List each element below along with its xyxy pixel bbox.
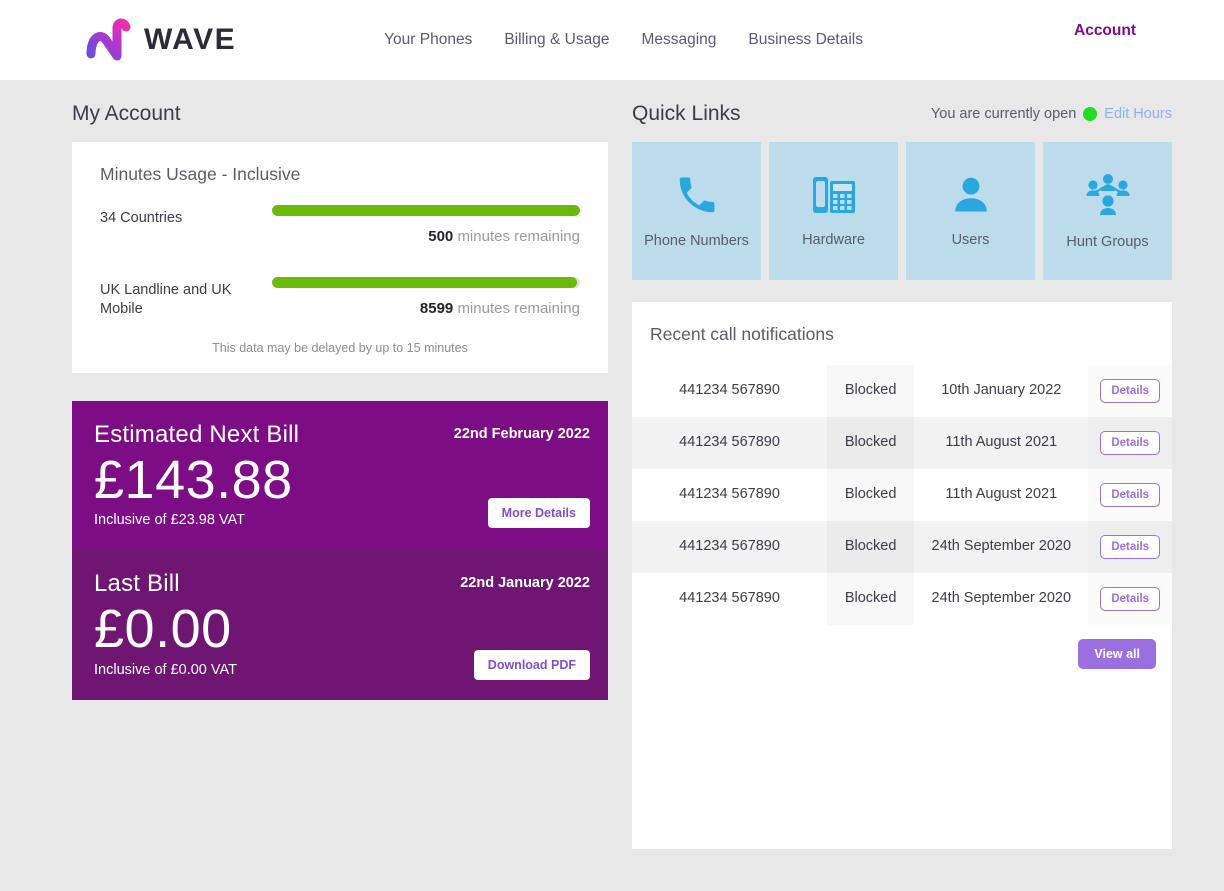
page-body: My Account Minutes Usage - Inclusive 34 …: [0, 80, 1224, 891]
usage-row-uk: UK Landline and UK Mobile 8599 minutes r…: [100, 277, 580, 319]
usage-value-uk: 8599: [419, 300, 454, 317]
main-nav: Your Phones Billing & Usage Messaging Bu…: [384, 31, 863, 49]
tile-hunt-groups[interactable]: Hunt Groups: [1043, 142, 1172, 280]
cell-date: 24th September 2020: [931, 538, 1072, 555]
nav-item-messaging[interactable]: Messaging: [641, 31, 716, 49]
usage-label-uk: UK Landline and UK Mobile: [100, 282, 232, 317]
cell-action: Details: [1088, 573, 1172, 625]
usage-unit-countries: minutes remaining: [457, 228, 580, 245]
group-icon: [1082, 171, 1134, 219]
minutes-usage-title: Minutes Usage - Inclusive: [100, 164, 301, 184]
cell-action: Details: [1088, 469, 1172, 521]
tile-label-phone-numbers: Phone Numbers: [644, 232, 749, 249]
cell-date: 10th January 2022: [941, 382, 1062, 399]
cell-number: 441234 567890: [679, 434, 780, 451]
cell-type: Blocked: [827, 417, 914, 469]
top-navigation-bar: WAVE Your Phones Billing & Usage Messagi…: [0, 0, 1224, 80]
notifications-title: Recent call notifications: [650, 324, 834, 344]
edit-hours-link[interactable]: Edit Hours: [1104, 106, 1172, 122]
view-all-button[interactable]: View all: [1078, 639, 1156, 669]
download-pdf-button[interactable]: Download PDF: [473, 650, 590, 681]
usage-row-countries: 34 Countries 500 minutes remaining: [100, 205, 580, 245]
quick-links-heading: Quick Links: [632, 102, 741, 125]
brand-logo[interactable]: WAVE: [86, 18, 236, 62]
usage-label-countries: 34 Countries: [100, 210, 183, 226]
cell-number: 441234 567890: [679, 590, 780, 607]
details-button[interactable]: Details: [1100, 535, 1161, 559]
recent-call-notifications-card: Recent call notifications 441234 567890 B…: [632, 302, 1172, 849]
nav-item-your-phones[interactable]: Your Phones: [384, 31, 472, 49]
bills-block: Estimated Next Bill 22nd February 2022 £…: [72, 400, 608, 701]
table-row: 441234 567890 Blocked 10th January 2022 Det…: [632, 365, 1172, 417]
cell-date: 11th August 2021: [945, 434, 1058, 451]
table-row: 441234 567890 Blocked 24th September 2020 D…: [632, 573, 1172, 625]
last-bill-date: 22nd January 2022: [460, 575, 590, 592]
desk-phone-icon: [810, 173, 858, 217]
cell-action: Details: [1088, 521, 1172, 573]
usage-delay-note: This data may be delayed by up to 15 min…: [212, 340, 468, 355]
table-row: 441234 567890 Blocked 24th September 2020 D…: [632, 521, 1172, 573]
status-dot-icon: [1083, 107, 1098, 121]
usage-remaining-countries: 500 minutes remaining: [272, 228, 580, 245]
table-row: 441234 567890 Blocked 11th August 2021 Deta…: [632, 417, 1172, 469]
cell-number: 441234 567890: [679, 486, 780, 503]
notifications-table: 441234 567890 Blocked 10th January 2022 Det…: [632, 365, 1172, 625]
tile-label-users: Users: [951, 231, 990, 248]
cell-number: 441234 567890: [679, 538, 780, 555]
cell-date: 24th September 2020: [931, 590, 1072, 607]
usage-bar-fill-countries: [272, 205, 580, 216]
usage-spacer: [100, 251, 580, 277]
table-row: 441234 567890 Blocked 11th August 2021 Deta…: [632, 469, 1172, 521]
details-button[interactable]: Details: [1100, 431, 1161, 455]
usage-value-countries: 500: [428, 228, 454, 245]
nav-item-business-details[interactable]: Business Details: [748, 31, 863, 49]
cell-type: Blocked: [827, 521, 914, 573]
open-status: You are currently open Edit Hours: [931, 106, 1172, 122]
usage-bar-uk: [272, 277, 580, 288]
cell-number: 441234 567890: [679, 382, 780, 399]
details-button[interactable]: Details: [1100, 587, 1161, 611]
open-status-text: You are currently open: [930, 106, 1077, 122]
cell-type: Blocked: [827, 365, 914, 417]
estimated-next-bill-card: Estimated Next Bill 22nd February 2022 £…: [72, 400, 608, 551]
cell-action: Details: [1088, 417, 1172, 469]
usage-unit-uk: minutes remaining: [457, 300, 580, 317]
left-column: My Account Minutes Usage - Inclusive 34 …: [72, 80, 608, 701]
cell-type: Blocked: [827, 469, 914, 521]
phone-icon: [674, 172, 720, 218]
minutes-usage-card: Minutes Usage - Inclusive 34 Countries 5…: [72, 142, 608, 373]
quick-links-header: Quick Links You are currently open Edit …: [632, 80, 1172, 142]
last-bill-card: Last Bill 22nd January 2022 £0.00 Inclus…: [72, 550, 608, 701]
usage-bar-fill-uk: [272, 277, 577, 288]
my-account-heading: My Account: [72, 102, 181, 125]
account-link[interactable]: Account: [1074, 22, 1136, 40]
nav-item-billing-usage[interactable]: Billing & Usage: [504, 31, 609, 49]
wave-swoosh-icon: [86, 18, 134, 62]
details-button[interactable]: Details: [1100, 379, 1161, 403]
more-details-button[interactable]: More Details: [487, 498, 590, 529]
tile-label-hardware: Hardware: [802, 231, 865, 248]
usage-bar-countries: [272, 205, 580, 216]
next-bill-date: 22nd February 2022: [453, 425, 590, 442]
tile-hardware[interactable]: Hardware: [769, 142, 898, 280]
usage-remaining-uk: 8599 minutes remaining: [272, 300, 580, 317]
details-button[interactable]: Details: [1100, 483, 1161, 507]
cell-type: Blocked: [827, 573, 914, 625]
cell-action: Details: [1088, 365, 1172, 417]
tile-users[interactable]: Users: [906, 142, 1035, 280]
tile-label-hunt-groups: Hunt Groups: [1066, 233, 1149, 250]
brand-name: WAVE: [144, 23, 237, 56]
cell-date: 11th August 2021: [945, 486, 1058, 503]
tile-phone-numbers[interactable]: Phone Numbers: [632, 142, 761, 280]
quick-link-tiles: Phone Numbers Hardware Users Hunt Groups: [632, 142, 1172, 280]
view-all-wrap: View all: [632, 625, 1172, 669]
right-column: Quick Links You are currently open Edit …: [632, 80, 1172, 849]
user-icon: [949, 173, 993, 217]
